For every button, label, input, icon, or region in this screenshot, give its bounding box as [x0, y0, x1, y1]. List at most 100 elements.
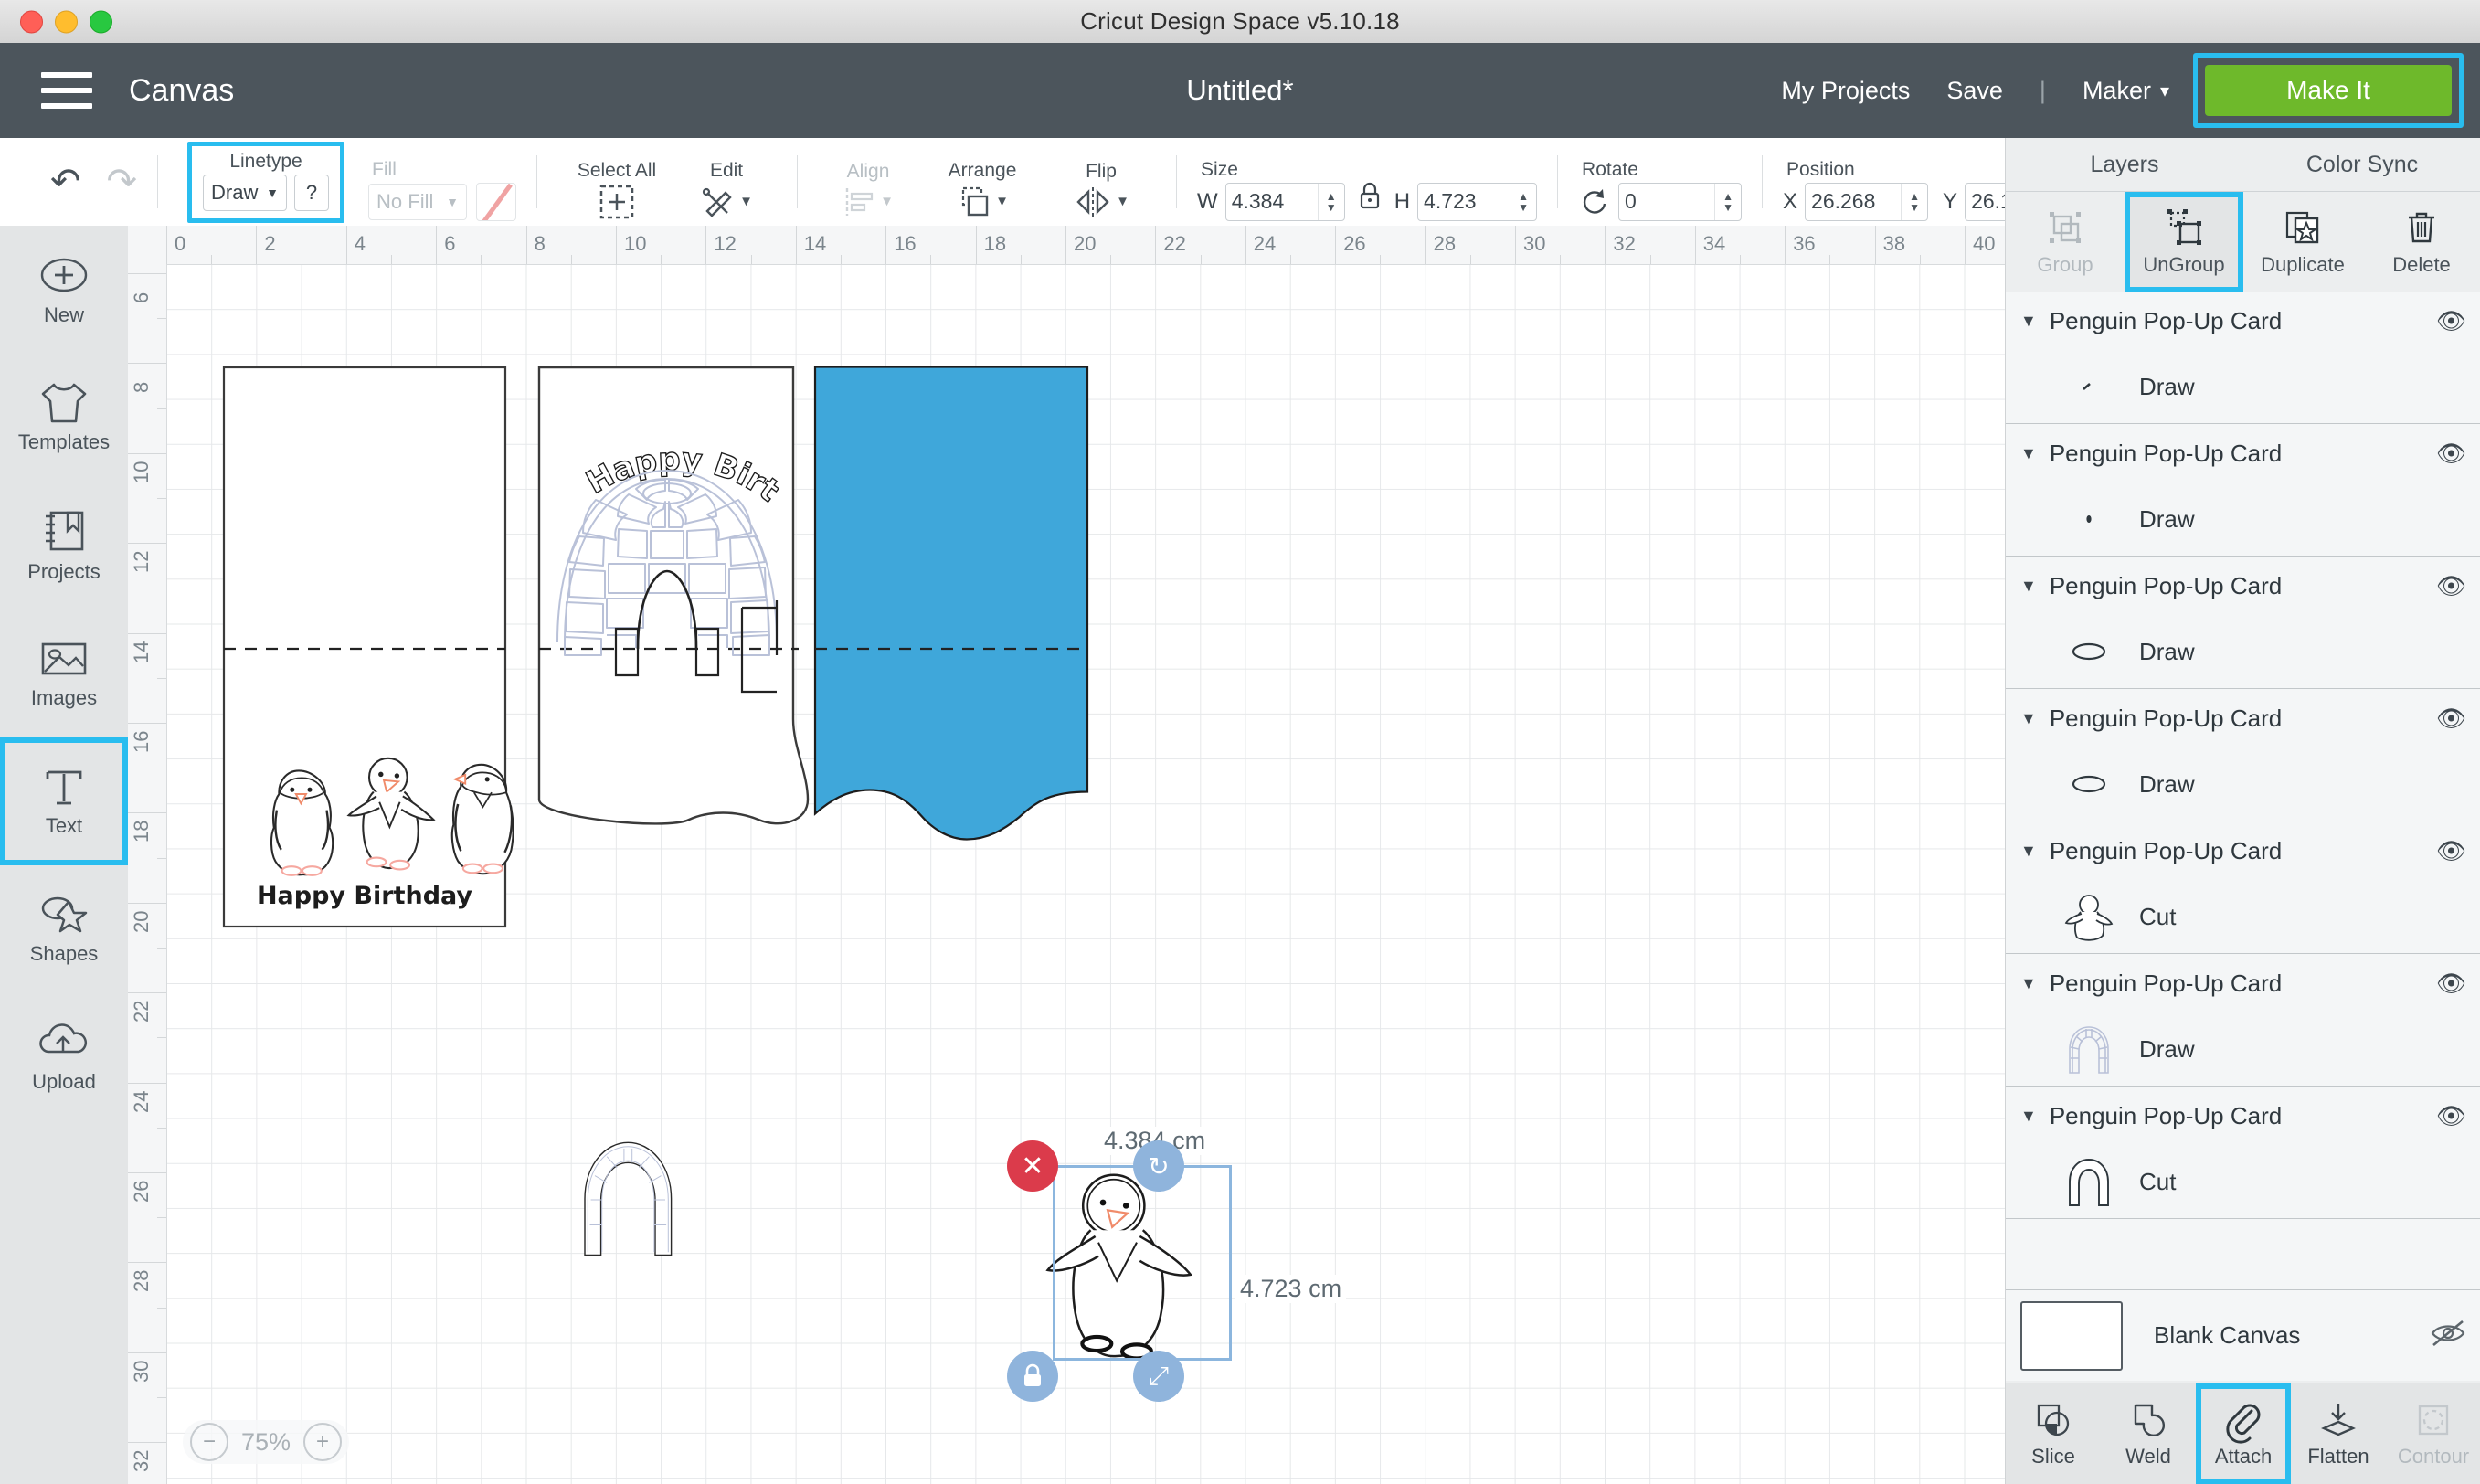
delete-button[interactable]: Delete [2362, 192, 2480, 292]
layer-group[interactable]: ▼ Penguin Pop-Up Card 👁 Cut [2006, 1086, 2480, 1219]
chevron-down-icon[interactable]: ▼ [2020, 842, 2037, 861]
delete-handle-icon[interactable]: ✕ [1007, 1140, 1058, 1192]
width-field[interactable]: ▲▼ [1224, 182, 1345, 221]
layer-child[interactable]: Draw [2006, 747, 2480, 821]
resize-handle-icon[interactable]: ⤢ [1133, 1351, 1184, 1402]
rotate-handle-icon[interactable]: ↻ [1133, 1140, 1184, 1192]
redo-icon[interactable]: ↷ [107, 164, 138, 200]
select-all-button[interactable]: Select All [557, 138, 676, 226]
layer-header[interactable]: ▼ Penguin Pop-Up Card 👁 [2006, 556, 2480, 615]
layer-child[interactable]: Draw [2006, 350, 2480, 423]
layer-header[interactable]: ▼ Penguin Pop-Up Card 👁 [2006, 292, 2480, 350]
visibility-eye-icon[interactable]: 👁 [2436, 307, 2466, 335]
rotate-stepper[interactable]: ▲ ▼ [1714, 183, 1741, 220]
edit-button[interactable]: Edit ▼ [676, 138, 777, 226]
layer-child[interactable]: Draw [2006, 482, 2480, 556]
sidebar-item-text[interactable]: Text [0, 737, 128, 865]
width-input[interactable] [1225, 189, 1318, 214]
fill-select[interactable]: No Fill ▼ [368, 183, 468, 220]
sidebar-item-upload[interactable]: Upload [0, 993, 128, 1121]
visibility-eye-icon[interactable]: 👁 [2436, 705, 2466, 733]
layer-group[interactable]: ▼ Penguin Pop-Up Card 👁 Draw [2006, 424, 2480, 556]
x-input[interactable] [1806, 189, 1902, 214]
layer-header[interactable]: ▼ Penguin Pop-Up Card 👁 [2006, 954, 2480, 1012]
sidebar-item-templates[interactable]: Templates [0, 354, 128, 482]
minimize-window-button[interactable] [55, 10, 78, 33]
chevron-down-icon[interactable]: ▼ [739, 194, 753, 209]
x-field[interactable]: ▲▼ [1805, 182, 1929, 221]
chevron-down-icon[interactable]: ▼ [2020, 974, 2037, 993]
chevron-down-icon[interactable]: ▼ [2020, 444, 2037, 463]
contour-button[interactable]: Contour [2386, 1383, 2480, 1484]
arrange-button[interactable]: Arrange ▼ [918, 138, 1046, 226]
undo-icon[interactable]: ↶ [50, 164, 81, 200]
height-field[interactable]: ▲▼ [1417, 182, 1538, 221]
layer-header[interactable]: ▼ Penguin Pop-Up Card 👁 [2006, 1086, 2480, 1145]
layer-group[interactable]: ▼ Penguin Pop-Up Card 👁 Draw [2006, 689, 2480, 822]
width-stepper[interactable]: ▲ ▼ [1317, 183, 1344, 220]
layer-header[interactable]: ▼ Penguin Pop-Up Card 👁 [2006, 424, 2480, 482]
layers-list[interactable]: ▼ Penguin Pop-Up Card 👁 Draw ▼ Penguin P… [2006, 292, 2480, 1289]
make-it-button[interactable]: Make It [2205, 65, 2452, 116]
duplicate-button[interactable]: Duplicate [2243, 192, 2362, 292]
chevron-down-icon[interactable]: ▼ [995, 194, 1009, 209]
sidebar-item-projects[interactable]: Projects [0, 482, 128, 610]
chevron-down-icon[interactable]: ▼ [2020, 709, 2037, 728]
design-canvas[interactable]: Happy Birthday Happy Birthday [128, 226, 2005, 1484]
layer-group[interactable]: ▼ Penguin Pop-Up Card 👁 Draw [2006, 556, 2480, 689]
tab-color-sync[interactable]: Color Sync [2243, 138, 2480, 191]
chevron-down-icon[interactable]: ▼ [2020, 1107, 2037, 1126]
group-button[interactable]: Group [2006, 192, 2125, 292]
maximize-window-button[interactable] [90, 10, 112, 33]
chevron-down-icon[interactable]: ▼ [1116, 194, 1129, 209]
fill-color-swatch[interactable] [476, 182, 517, 221]
rotate-field[interactable]: ▲▼ [1618, 182, 1743, 221]
machine-selector[interactable]: Maker [2083, 77, 2151, 105]
slice-button[interactable]: Slice [2006, 1383, 2101, 1484]
chevron-down-icon[interactable]: ▼ [2020, 312, 2037, 331]
height-stepper[interactable]: ▲ ▼ [1510, 183, 1536, 220]
layer-child[interactable]: Draw [2006, 1012, 2480, 1086]
layer-child[interactable]: Draw [2006, 615, 2480, 688]
attach-button[interactable]: Attach [2196, 1383, 2291, 1484]
layer-header[interactable]: ▼ Penguin Pop-Up Card 👁 [2006, 822, 2480, 880]
rotate-input[interactable] [1619, 189, 1715, 214]
ungroup-button[interactable]: UnGroup [2125, 192, 2243, 292]
visibility-eye-icon[interactable]: 👁 [2436, 572, 2466, 600]
my-projects-link[interactable]: My Projects [1781, 77, 1910, 105]
eye-off-icon[interactable] [2430, 1320, 2466, 1352]
layer-child[interactable]: Cut [2006, 1145, 2480, 1218]
chevron-down-icon[interactable]: ▾ [2160, 80, 2169, 102]
layer-header[interactable]: ▼ Penguin Pop-Up Card 👁 [2006, 689, 2480, 747]
linetype-select[interactable]: Draw ▼ [203, 174, 288, 211]
save-button[interactable]: Save [1946, 77, 2003, 105]
chevron-down-icon[interactable]: ▼ [880, 194, 894, 209]
zoom-out-button[interactable]: − [190, 1423, 228, 1461]
flip-button[interactable]: Flip ▼ [1046, 138, 1156, 226]
blank-canvas-row[interactable]: Blank Canvas [2006, 1289, 2480, 1381]
lock-handle-icon[interactable] [1007, 1351, 1058, 1402]
x-stepper[interactable]: ▲ ▼ [1901, 183, 1927, 220]
hamburger-menu-icon[interactable] [41, 72, 92, 109]
linetype-help-button[interactable]: ? [294, 174, 330, 211]
align-button[interactable]: Align ▼ [818, 138, 918, 226]
height-input[interactable] [1418, 189, 1510, 214]
visibility-eye-icon[interactable]: 👁 [2436, 970, 2466, 998]
visibility-eye-icon[interactable]: 👁 [2436, 837, 2466, 865]
document-title[interactable]: Untitled* [1186, 74, 1293, 107]
close-window-button[interactable] [20, 10, 43, 33]
flatten-button[interactable]: Flatten [2291, 1383, 2386, 1484]
weld-button[interactable]: Weld [2101, 1383, 2196, 1484]
layer-child[interactable]: Cut [2006, 880, 2480, 953]
layer-group[interactable]: ▼ Penguin Pop-Up Card 👁 Draw [2006, 292, 2480, 424]
sidebar-item-new[interactable]: New [0, 226, 128, 354]
sidebar-item-shapes[interactable]: Shapes [0, 865, 128, 993]
sidebar-item-images[interactable]: Images [0, 610, 128, 737]
layer-group[interactable]: ▼ Penguin Pop-Up Card 👁 Cut [2006, 822, 2480, 954]
tab-layers[interactable]: Layers [2006, 138, 2243, 191]
layer-group[interactable]: ▼ Penguin Pop-Up Card 👁 Draw [2006, 954, 2480, 1086]
rotate-icon[interactable] [1578, 186, 1611, 218]
chevron-down-icon[interactable]: ▼ [2020, 577, 2037, 596]
zoom-in-button[interactable]: + [303, 1423, 343, 1461]
visibility-eye-icon[interactable]: 👁 [2436, 440, 2466, 468]
